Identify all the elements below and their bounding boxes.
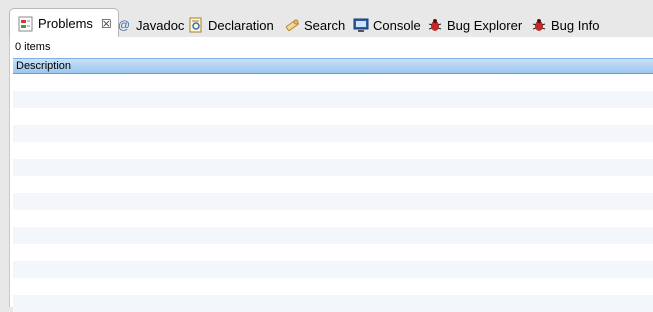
view-tab-bar: Problems ☒ @ Javadoc Declaration Search [0,0,653,38]
table-row [13,295,653,312]
declaration-icon [188,17,204,33]
table-row [13,159,653,176]
table-row [13,227,653,244]
tab-problems[interactable]: Problems ☒ [9,8,119,38]
bug-icon [531,17,547,33]
tab-label: Bug Explorer [447,17,523,33]
tab-console[interactable]: Console [353,12,421,38]
table-row [13,74,653,91]
tab-javadoc[interactable]: @ Javadoc [116,12,185,38]
problems-table-body[interactable] [13,74,653,312]
table-row [13,125,653,142]
table-row [13,142,653,159]
tab-label: Declaration [208,17,274,33]
table-row [13,91,653,108]
close-icon[interactable]: ☒ [101,17,112,31]
problems-icon [18,16,34,32]
problems-panel: 0 items Description [9,37,653,312]
tab-label: Console [373,17,421,33]
tab-label: Bug Info [551,17,600,33]
tab-label: Problems [38,16,93,31]
tab-search[interactable]: Search [284,12,345,38]
table-row [13,244,653,261]
tab-bug-explorer[interactable]: Bug Explorer [427,12,522,38]
tab-declaration[interactable]: Declaration [188,12,274,38]
search-icon [284,17,300,33]
tab-label: Search [304,17,346,33]
table-row [13,261,653,278]
tab-bug-info[interactable]: Bug Info [531,12,599,38]
javadoc-icon: @ [117,18,131,32]
table-row [13,108,653,125]
tab-label: Javadoc [136,17,185,33]
item-count: 0 items [15,41,51,53]
table-row [13,193,653,210]
column-header-description[interactable]: Description [13,58,653,74]
table-row [13,278,653,295]
table-row [13,210,653,227]
table-row [13,176,653,193]
console-icon [353,17,369,33]
bug-icon [427,17,443,33]
